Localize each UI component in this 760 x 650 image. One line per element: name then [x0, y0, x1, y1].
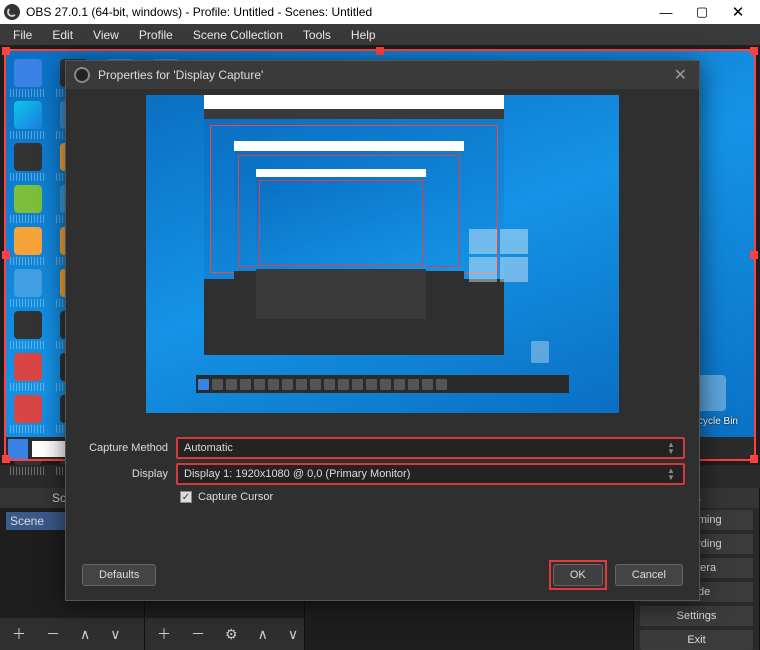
settings-button[interactable]: Settings — [640, 606, 753, 626]
scene-up-button[interactable]: ∧ — [74, 624, 96, 645]
source-up-button[interactable]: ∧ — [252, 624, 274, 645]
menu-file[interactable]: File — [4, 26, 41, 44]
display-select[interactable]: Display 1: 1920x1080 @ 0,0 (Primary Moni… — [176, 463, 685, 485]
capture-method-select[interactable]: Automatic ▲▼ — [176, 437, 685, 459]
scene-add-button[interactable]: ＋ — [6, 622, 32, 646]
display-value: Display 1: 1920x1080 @ 0,0 (Primary Moni… — [184, 468, 410, 480]
stepper-icon: ▲▼ — [665, 467, 677, 481]
scene-down-button[interactable]: ∨ — [104, 624, 126, 645]
dialog-close-button[interactable]: ✕ — [670, 65, 691, 85]
obs-logo-icon — [4, 4, 20, 20]
menu-tools[interactable]: Tools — [294, 26, 340, 44]
obs-icon — [74, 67, 90, 83]
source-remove-button[interactable]: － — [185, 622, 211, 646]
menu-help[interactable]: Help — [342, 26, 385, 44]
close-button[interactable]: ✕ — [720, 0, 756, 24]
window-title: OBS 27.0.1 (64-bit, windows) - Profile: … — [26, 5, 648, 19]
minimize-button[interactable]: — — [648, 0, 684, 24]
preview-taskbar — [196, 375, 569, 393]
display-label: Display — [80, 468, 176, 480]
preview-recycle-icon — [531, 341, 549, 363]
defaults-button[interactable]: Defaults — [82, 564, 156, 586]
menu-view[interactable]: View — [84, 26, 128, 44]
exit-button[interactable]: Exit — [640, 630, 753, 650]
source-add-button[interactable]: ＋ — [151, 622, 177, 646]
scene-remove-button[interactable]: － — [40, 622, 66, 646]
menu-scene-collection[interactable]: Scene Collection — [184, 26, 292, 44]
menu-edit[interactable]: Edit — [43, 26, 82, 44]
stepper-icon: ▲▼ — [665, 441, 677, 455]
menu-profile[interactable]: Profile — [130, 26, 182, 44]
menu-bar: File Edit View Profile Scene Collection … — [0, 24, 760, 45]
capture-cursor-checkbox[interactable]: ✓ — [180, 491, 192, 503]
dialog-preview — [96, 95, 669, 433]
dialog-titlebar[interactable]: Properties for 'Display Capture' ✕ — [66, 61, 699, 89]
ok-button[interactable]: OK — [553, 564, 603, 586]
capture-method-label: Capture Method — [80, 442, 176, 454]
maximize-button[interactable]: ▢ — [684, 0, 720, 24]
cancel-button[interactable]: Cancel — [615, 564, 683, 586]
preview-windows-logo — [469, 229, 529, 283]
properties-dialog: Properties for 'Display Capture' ✕ — [65, 60, 700, 601]
dialog-title: Properties for 'Display Capture' — [98, 68, 263, 82]
source-settings-button[interactable]: ⚙ — [219, 624, 244, 645]
source-down-button[interactable]: ∨ — [282, 624, 304, 645]
capture-method-value: Automatic — [184, 442, 233, 454]
capture-cursor-label: Capture Cursor — [198, 491, 273, 503]
window-titlebar: OBS 27.0.1 (64-bit, windows) - Profile: … — [0, 0, 760, 24]
recursive-preview — [204, 95, 504, 355]
